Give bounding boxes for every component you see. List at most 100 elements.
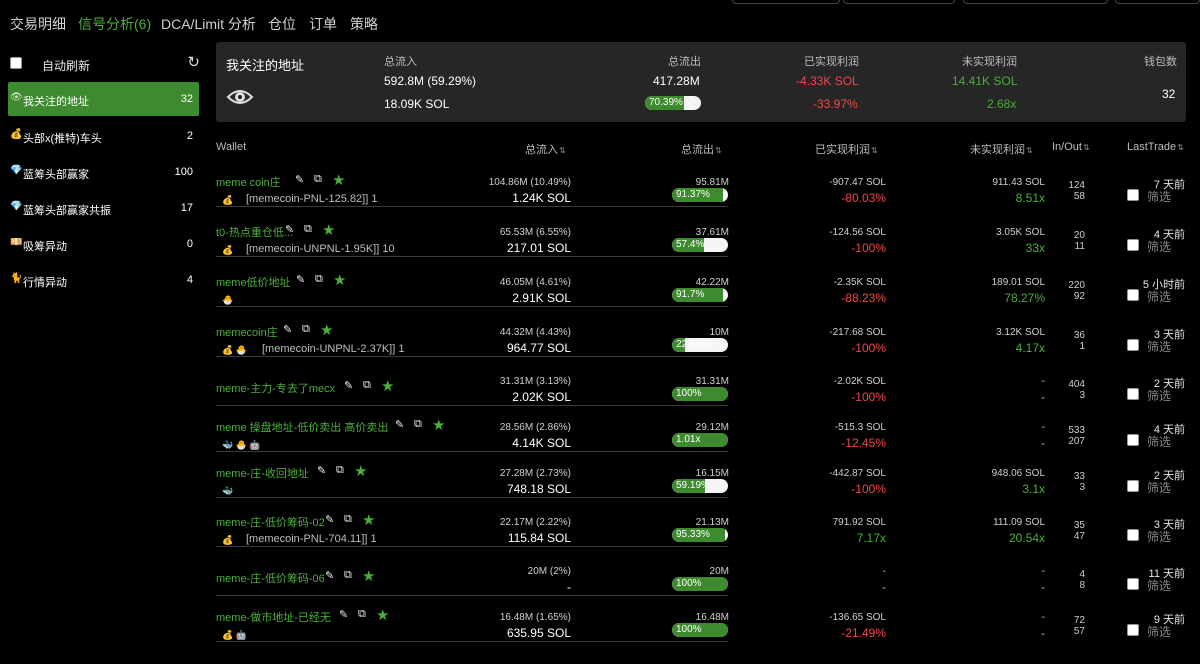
top-toolbar-button[interactable]: [732, 0, 840, 4]
col-inout-label: In/Out: [1052, 141, 1082, 153]
filter-checkbox[interactable]: [1127, 289, 1139, 301]
summary-inflow-pct: 592.8M (59.29%): [384, 74, 477, 88]
edit-icon[interactable]: ✎: [395, 418, 404, 431]
copy-icon[interactable]: ⧉: [302, 323, 310, 336]
sidebar-item[interactable]: 💎 蓝筹头部赢家 100: [8, 155, 199, 189]
star-icon[interactable]: ★: [381, 377, 394, 395]
edit-icon[interactable]: ✎: [283, 323, 292, 336]
col-unrealized[interactable]: 未实现利润⇅: [970, 141, 1033, 157]
summary-inflow-sol: 18.09K SOL: [384, 97, 450, 111]
copy-icon[interactable]: ⧉: [344, 513, 352, 526]
wallet-name[interactable]: meme低价地址: [216, 274, 291, 290]
star-icon[interactable]: ★: [333, 271, 346, 289]
wallet-name[interactable]: meme coin庄: [216, 174, 281, 190]
wallet-name[interactable]: meme-主力-专去了mecx: [216, 380, 335, 396]
unrealized-x: -: [1041, 436, 1045, 450]
col-outflow[interactable]: 总流出⇅: [681, 141, 722, 157]
wallet-name[interactable]: meme 操盘地址-低价卖出 高价卖出: [216, 419, 388, 435]
filter-checkbox[interactable]: [1127, 239, 1139, 251]
filter-checkbox[interactable]: [1127, 434, 1139, 446]
outflow-value: 20M: [709, 566, 729, 577]
sidebar-item-label: 头部x(推特)车头: [23, 133, 102, 145]
tab-strategy[interactable]: 策略: [350, 14, 378, 34]
copy-icon[interactable]: ⧉: [414, 418, 422, 431]
wallet-name[interactable]: memecoin庄: [216, 324, 278, 340]
tab-trade-details[interactable]: 交易明细: [10, 14, 66, 34]
star-icon[interactable]: ★: [376, 606, 389, 624]
star-icon[interactable]: ★: [322, 221, 335, 239]
sidebar-item[interactable]: 💰 头部x(推特)车头 2: [8, 119, 199, 153]
top-toolbar-button[interactable]: [843, 0, 955, 4]
col-inflow[interactable]: 总流入⇅: [525, 141, 566, 157]
filter-checkbox[interactable]: [1127, 388, 1139, 400]
filter-label[interactable]: 筛选: [1147, 188, 1171, 205]
filter-checkbox[interactable]: [1127, 529, 1139, 541]
copy-icon[interactable]: ⧉: [304, 223, 312, 236]
star-icon[interactable]: ★: [362, 511, 375, 529]
table-row: meme 操盘地址-低价卖出 高价卖出 ✎ ⧉ ★ 🐳 🐣 🤖 28.56M (2.86%…: [216, 413, 1186, 459]
copy-icon[interactable]: ⧉: [336, 464, 344, 477]
sidebar-item[interactable]: 👁 我关注的地址 32: [8, 82, 199, 116]
refresh-icon[interactable]: ↻: [187, 53, 200, 71]
tab-orders[interactable]: 订单: [309, 14, 337, 34]
filter-label[interactable]: 筛选: [1147, 238, 1171, 255]
outflow-progress: 57.4%: [672, 238, 728, 252]
filter-label[interactable]: 筛选: [1147, 528, 1171, 545]
sort-icon: ⇅: [1082, 143, 1090, 152]
tab-signal-analysis[interactable]: 信号分析(6): [78, 14, 151, 34]
copy-icon[interactable]: ⧉: [363, 379, 371, 392]
outflow-progress: 100%: [672, 623, 728, 637]
outflow-value: 31.31M: [695, 376, 729, 387]
col-lasttrade[interactable]: LastTrade⇅: [1127, 141, 1184, 153]
edit-icon[interactable]: ✎: [285, 223, 294, 236]
filter-label[interactable]: 筛选: [1147, 623, 1171, 640]
edit-icon[interactable]: ✎: [344, 379, 353, 392]
wallet-name[interactable]: meme-庄-低价筹码-06: [216, 570, 325, 586]
copy-icon[interactable]: ⧉: [315, 273, 323, 286]
filter-label[interactable]: 筛选: [1147, 387, 1171, 404]
edit-icon[interactable]: ✎: [295, 173, 304, 186]
col-realized[interactable]: 已实现利润⇅: [815, 141, 878, 157]
filter-label[interactable]: 筛选: [1147, 288, 1171, 305]
wallet-name[interactable]: meme-庄-低价筹码-02: [216, 514, 325, 530]
sidebar-item[interactable]: 💎 蓝筹头部赢家共振 17: [8, 191, 199, 225]
filter-checkbox[interactable]: [1127, 339, 1139, 351]
star-icon[interactable]: ★: [354, 462, 367, 480]
wallet-name[interactable]: t0-热点重仓低...: [216, 224, 293, 240]
auto-refresh-checkbox[interactable]: [10, 57, 22, 69]
col-inout[interactable]: In/Out⇅: [1052, 141, 1090, 153]
edit-icon[interactable]: ✎: [296, 273, 305, 286]
sidebar-item[interactable]: 💴 吸筹异动 0: [8, 227, 199, 261]
star-icon[interactable]: ★: [432, 416, 445, 434]
star-icon[interactable]: ★: [362, 567, 375, 585]
copy-icon[interactable]: ⧉: [358, 608, 366, 621]
filter-checkbox[interactable]: [1127, 480, 1139, 492]
inflow-sol: 1.24K SOL: [512, 191, 571, 205]
sidebar-item[interactable]: 🐈 行情异动 4: [8, 263, 199, 297]
tab-dca-limit[interactable]: DCA/Limit 分析: [161, 14, 256, 34]
filter-label[interactable]: 筛选: [1147, 479, 1171, 496]
realized-pct: -100%: [851, 390, 886, 404]
filter-label[interactable]: 筛选: [1147, 433, 1171, 450]
wallet-name[interactable]: meme-庄-收回地址: [216, 465, 309, 481]
copy-icon[interactable]: ⧉: [314, 173, 322, 186]
star-icon[interactable]: ★: [332, 171, 345, 189]
filter-checkbox[interactable]: [1127, 578, 1139, 590]
filter-label[interactable]: 筛选: [1147, 338, 1171, 355]
top-toolbar-button[interactable]: [963, 0, 1108, 4]
edit-icon[interactable]: ✎: [325, 513, 334, 526]
filter-checkbox[interactable]: [1127, 189, 1139, 201]
tab-positions[interactable]: 仓位: [268, 14, 296, 34]
table-row: meme-主力-专去了mecx ✎ ⧉ ★ 31.31M (3.13%) 2.02K SO…: [216, 367, 1186, 413]
filter-label[interactable]: 筛选: [1147, 577, 1171, 594]
edit-icon[interactable]: ✎: [317, 464, 326, 477]
edit-icon[interactable]: ✎: [325, 569, 334, 582]
out-count: 57: [1073, 626, 1085, 637]
filter-checkbox[interactable]: [1127, 624, 1139, 636]
wallet-name[interactable]: meme-做市地址-已经无: [216, 609, 331, 625]
copy-icon[interactable]: ⧉: [344, 569, 352, 582]
star-icon[interactable]: ★: [320, 321, 333, 339]
edit-icon[interactable]: ✎: [339, 608, 348, 621]
top-toolbar-button[interactable]: [1115, 0, 1200, 4]
inflow-sol: 748.18 SOL: [506, 482, 571, 496]
